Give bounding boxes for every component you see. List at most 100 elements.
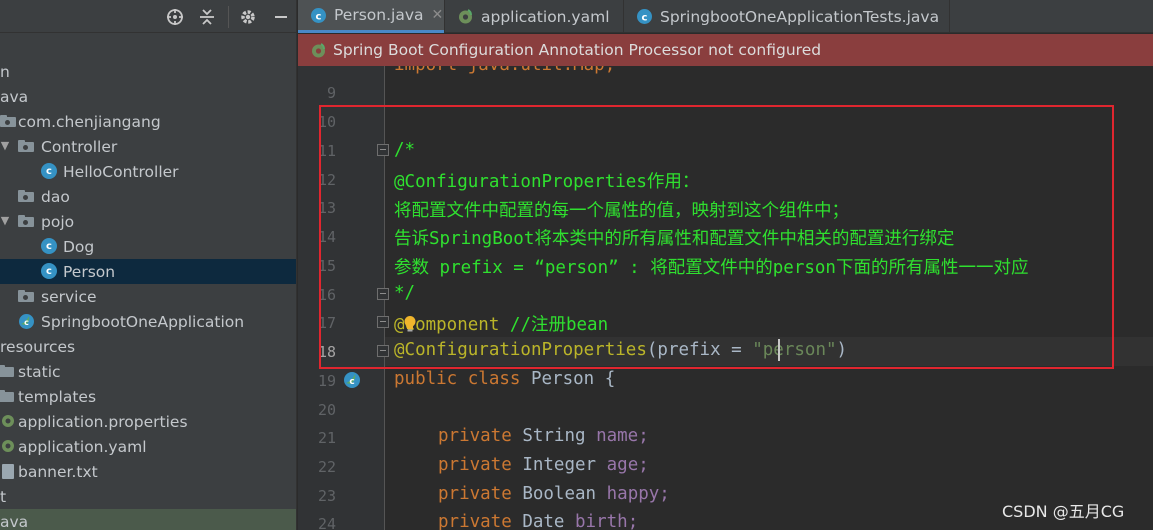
tree-item-person[interactable]: c Person xyxy=(0,259,296,284)
tree-item-dao[interactable]: dao xyxy=(0,184,296,209)
project-sidebar: n ava com.chenjiangang ▼ Controller c He… xyxy=(0,0,297,530)
line-number: 19 xyxy=(317,372,336,390)
tree-item-hellocontroller[interactable]: c HelloController xyxy=(0,159,296,184)
field-line: private Date birth; xyxy=(438,512,638,530)
highlight-box xyxy=(319,105,1114,369)
field-name: age; xyxy=(606,455,649,475)
package-icon xyxy=(18,215,34,227)
tree-item-label: application.yaml xyxy=(18,437,147,456)
svg-text:c: c xyxy=(24,318,29,327)
tree-item-label: static xyxy=(18,362,61,381)
field-type: String xyxy=(522,426,586,446)
banner-text: Spring Boot Configuration Annotation Pro… xyxy=(333,41,822,59)
field-line: private Integer age; xyxy=(438,455,649,475)
warning-banner[interactable]: Spring Boot Configuration Annotation Pro… xyxy=(298,34,1153,66)
tree-item-label: service xyxy=(41,287,97,306)
tree-item-label: application.properties xyxy=(18,412,188,431)
package-icon xyxy=(18,290,34,302)
tree-item-label: banner.txt xyxy=(18,462,98,481)
collapse-icon[interactable] xyxy=(196,6,218,28)
tab-label: application.yaml xyxy=(481,7,610,26)
field-type: Boolean xyxy=(522,484,597,504)
tab-label: SpringbootOneApplicationTests.java xyxy=(660,7,940,26)
tree-item-label: HelloController xyxy=(63,162,179,181)
line-number: 24 xyxy=(317,515,336,530)
svg-text:c: c xyxy=(642,13,648,24)
tab-springbootoneapplicationtests-java[interactable]: c SpringbootOneApplicationTests.java xyxy=(624,0,949,33)
field-type: Date xyxy=(522,512,565,530)
tree-item-dog[interactable]: c Dog xyxy=(0,234,296,259)
tree-item-label: SpringbootOneApplication xyxy=(41,312,245,331)
tree-item-springbootoneapplication[interactable]: c SpringbootOneApplication xyxy=(0,309,296,334)
tree-item-com-chenjiangang[interactable]: com.chenjiangang xyxy=(0,109,296,134)
class-name: Person { xyxy=(530,369,616,389)
tree-item-test[interactable]: t xyxy=(0,484,296,509)
field-type: Integer xyxy=(522,455,597,475)
tree-item-label: Person xyxy=(63,262,116,281)
class-icon: c xyxy=(41,238,57,254)
field-line: private Boolean happy; xyxy=(438,484,670,504)
tree-item-application-yaml[interactable]: application.yaml xyxy=(0,434,296,459)
tree-item-label: ava xyxy=(0,512,29,530)
tree-item-application-properties[interactable]: application.properties xyxy=(0,409,296,434)
folder-icon xyxy=(0,390,14,402)
folder-icon xyxy=(0,365,14,377)
field-modifier: private xyxy=(438,484,512,504)
text-file-icon xyxy=(2,464,14,479)
class-icon: c xyxy=(310,7,327,24)
gear-icon[interactable] xyxy=(237,6,259,28)
sidebar-toolbar xyxy=(0,0,296,33)
field-name: birth; xyxy=(575,512,639,530)
tree-item-label: pojo xyxy=(41,212,75,231)
tree-item-java[interactable]: ava xyxy=(0,84,296,109)
spring-config-icon xyxy=(0,413,17,430)
tree-item-label: Dog xyxy=(63,237,95,256)
tree-item-label: t xyxy=(0,487,7,506)
expand-arrow-icon[interactable]: ▼ xyxy=(0,140,10,151)
close-icon[interactable]: ✕ xyxy=(432,7,444,23)
target-icon[interactable] xyxy=(164,6,186,28)
line-number: 9 xyxy=(326,84,336,102)
expand-arrow-icon[interactable]: ▼ xyxy=(0,215,10,226)
tab-application-yaml[interactable]: application.yaml xyxy=(445,0,623,33)
package-icon xyxy=(18,140,34,152)
line-number: 23 xyxy=(317,487,336,505)
spring-bean-gutter-icon[interactable]: c xyxy=(343,371,361,389)
tab-label: Person.java xyxy=(334,6,424,24)
spring-config-icon xyxy=(457,8,474,25)
watermark: CSDN @五月CG xyxy=(1002,502,1125,521)
tree-item-resources[interactable]: resources xyxy=(0,334,296,359)
tree-item-label: resources xyxy=(0,337,76,356)
field-modifier: private xyxy=(438,455,512,475)
tree-item-controller[interactable]: ▼ Controller xyxy=(0,134,296,159)
package-icon xyxy=(18,190,34,202)
class-icon: c xyxy=(41,163,57,179)
code-line-19: public class Person { xyxy=(394,369,615,389)
tree-item-label: n xyxy=(0,62,10,81)
class-icon: c xyxy=(41,263,57,279)
class-keywords: public class xyxy=(394,369,521,389)
line-number: 20 xyxy=(317,401,336,419)
svg-text:c: c xyxy=(349,377,354,387)
class-icon: c xyxy=(636,8,653,25)
tree-item-label: templates xyxy=(18,387,97,406)
field-name: happy; xyxy=(606,484,670,504)
tree-item-templates[interactable]: templates xyxy=(0,384,296,409)
tree-item-pojo[interactable]: ▼ pojo xyxy=(0,209,296,234)
field-name: name; xyxy=(596,426,649,446)
tree-item-label: dao xyxy=(41,187,70,206)
tree-item-static[interactable]: static xyxy=(0,359,296,384)
field-modifier: private xyxy=(438,512,512,530)
spring-class-icon: c xyxy=(18,313,35,330)
line-number: 21 xyxy=(317,429,336,447)
tree-item-label: ava xyxy=(0,87,29,106)
package-icon xyxy=(0,115,16,127)
tree-item-main[interactable]: n xyxy=(0,59,296,84)
tree-item-test-java[interactable]: ava xyxy=(0,509,296,530)
tab-person-java[interactable]: c Person.java ✕ xyxy=(298,0,444,33)
field-modifier: private xyxy=(438,426,512,446)
minimize-icon[interactable] xyxy=(270,6,292,28)
tree-item-service[interactable]: service xyxy=(0,284,296,309)
tree-item-banner-txt[interactable]: banner.txt xyxy=(0,459,296,484)
toolbar-separator xyxy=(228,6,229,28)
